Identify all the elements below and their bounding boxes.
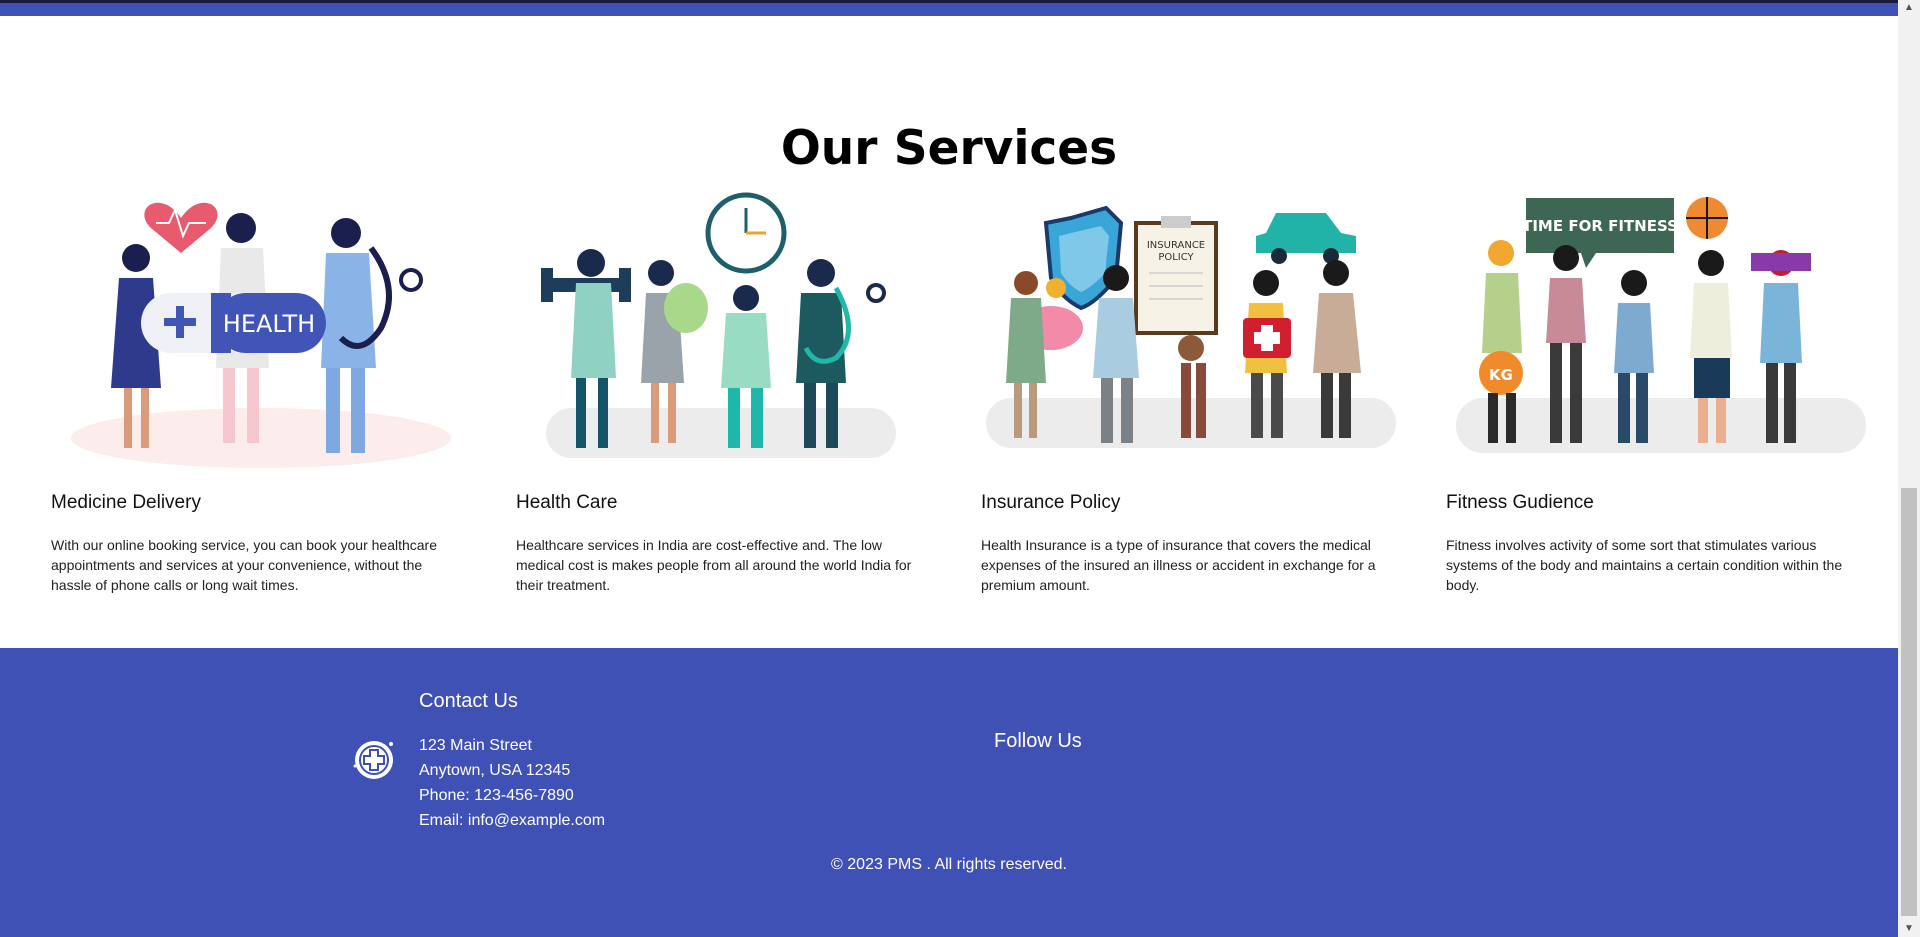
email-address: Email: info@example.com (419, 812, 606, 829)
service-card-medicine-delivery: HEALTH Medicine Delivery With our online… (51, 168, 471, 593)
service-title: Health Care (516, 492, 618, 513)
address-line-2: Anytown, USA 12345 (419, 762, 571, 779)
service-title: Fitness Gudience (1446, 492, 1594, 513)
service-title: Medicine Delivery (51, 492, 201, 513)
service-title: Insurance Policy (981, 492, 1121, 513)
medicine-delivery-illustration: HEALTH (71, 202, 451, 468)
service-card-fitness-gudience: TIME FOR FITNESS KG Fitness Gudience Fit… (1446, 168, 1866, 593)
copyright-text: © 2023 PMS . All rights reserved. (831, 856, 1067, 873)
contact-details: 123 Main Street Anytown, USA 12345 Phone… (419, 733, 605, 833)
service-card-health-care: Health Care Healthcare services in India… (516, 168, 936, 593)
footer: Contact Us 123 Main Street Anytown, USA … (0, 648, 1898, 937)
health-care-illustration (541, 192, 896, 458)
insurance-policy-illustration: INSURANCE POLICY (986, 205, 1396, 448)
insurance-label-1: INSURANCE (1147, 240, 1205, 251)
scrollbar-thumb[interactable] (1901, 488, 1917, 916)
scroll-down-arrow-icon[interactable]: ▼ (1898, 921, 1920, 937)
scroll-up-arrow-icon[interactable]: ▲ (1898, 0, 1920, 16)
weight-kg-label: KG (1489, 366, 1513, 384)
service-card-insurance-policy: INSURANCE POLICY Insurance Policy Health… (981, 168, 1401, 593)
page-scrollbar[interactable]: ▲ ▼ (1898, 0, 1920, 937)
health-badge-text: HEALTH (223, 310, 315, 338)
service-description: Fitness involves activity of some sort t… (1446, 537, 1843, 593)
contact-us-heading: Contact Us (419, 690, 518, 712)
top-nav-bar (0, 0, 1898, 16)
insurance-label-2: POLICY (1158, 252, 1194, 263)
medical-cross-logo-icon (353, 741, 393, 779)
fitness-sign-text: TIME FOR FITNESS (1522, 217, 1678, 235)
service-description: With our online booking service, you can… (51, 537, 437, 593)
phone-number: Phone: 123-456-7890 (419, 787, 574, 804)
address-line-1: 123 Main Street (419, 737, 532, 754)
fitness-illustration: TIME FOR FITNESS KG (1456, 197, 1866, 453)
service-description: Healthcare services in India are cost-ef… (516, 537, 912, 593)
service-description: Health Insurance is a type of insurance … (981, 537, 1376, 593)
follow-us-heading: Follow Us (994, 730, 1082, 752)
